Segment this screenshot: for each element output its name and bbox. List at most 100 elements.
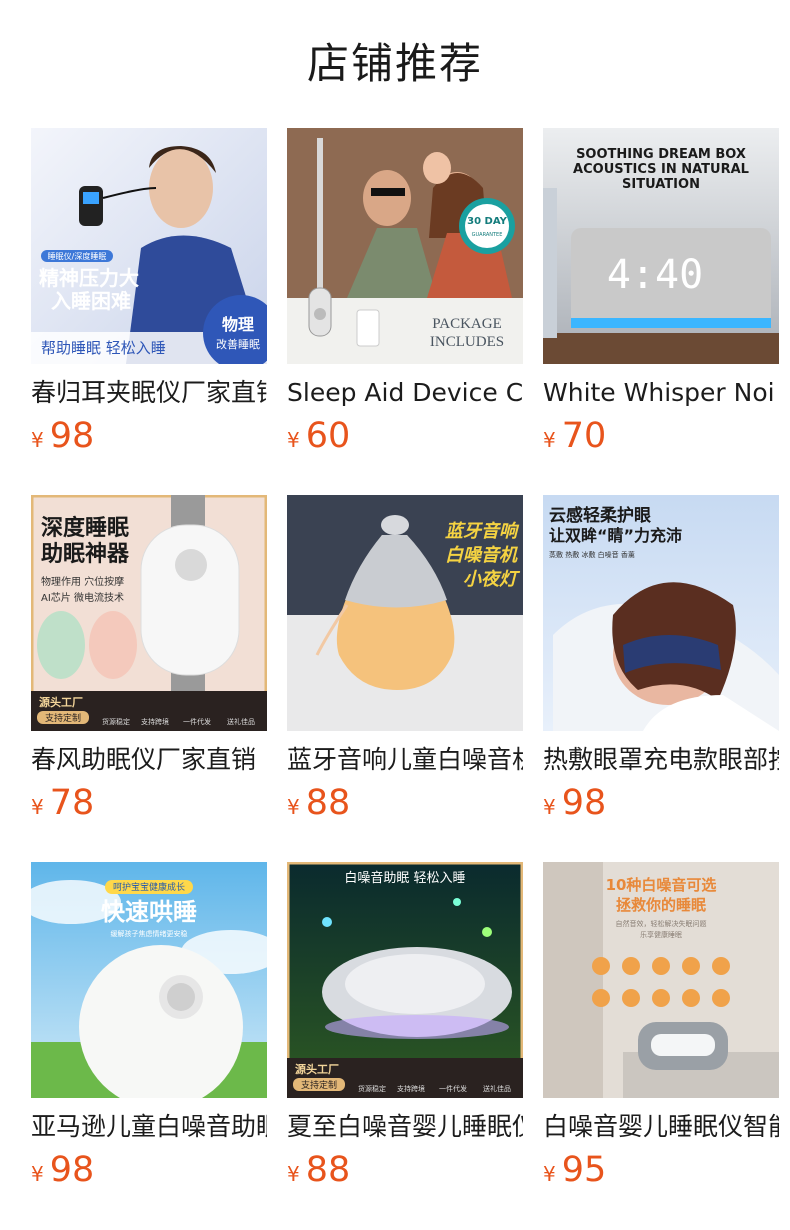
svg-text:白噪音助眠 轻松入睡: 白噪音助眠 轻松入睡 [344, 870, 465, 886]
svg-text:改善睡眠: 改善睡眠 [216, 337, 260, 351]
currency-symbol: ¥ [31, 1162, 44, 1186]
product-image[interactable]: 10种白噪音可选 拯救你的睡眠 自然音效，轻松解决失眠问题 乐享健康睡眠 [543, 862, 779, 1098]
product-name[interactable]: White Whisper Noi [543, 376, 779, 410]
product-image-night-light-speaker: 蓝牙音响 白噪音机 小夜灯 [287, 495, 523, 731]
svg-text:云感轻柔护眼: 云感轻柔护眼 [549, 505, 651, 526]
svg-text:4:40: 4:40 [607, 252, 703, 298]
currency-symbol: ¥ [543, 1162, 556, 1186]
product-image-ear-clip-sleep-device: 睡眠仪/深度睡眠 精神压力大 入睡困难 帮助睡眠 轻松入睡 物理 改善睡眠 [31, 128, 267, 364]
price-amount: 98 [49, 416, 95, 456]
product-image[interactable]: 蓝牙音响 白噪音机 小夜灯 [287, 495, 523, 731]
svg-text:货源稳定: 货源稳定 [102, 717, 130, 726]
svg-text:精神压力大: 精神压力大 [39, 266, 139, 290]
svg-text:缓解孩子焦虑情绪更安稳: 缓解孩子焦虑情绪更安稳 [111, 929, 188, 938]
svg-text:AI芯片 微电流技术: AI芯片 微电流技术 [41, 591, 124, 604]
currency-symbol: ¥ [543, 428, 556, 452]
svg-text:白噪音机: 白噪音机 [445, 545, 518, 566]
product-card[interactable]: 云感轻柔护眼 让双眸“睛”力充沛 蒸敷 热敷 冰敷 白噪音 香薰 热敷眼罩充电款… [543, 495, 779, 825]
price-amount: 98 [561, 783, 607, 823]
svg-text:PACKAGE: PACKAGE [432, 316, 501, 332]
svg-text:深度睡眠: 深度睡眠 [41, 515, 129, 541]
price-amount: 98 [49, 1150, 95, 1190]
product-price: ¥98 [31, 416, 94, 456]
svg-text:30 DAY: 30 DAY [467, 216, 507, 227]
svg-text:小夜灯: 小夜灯 [463, 569, 521, 590]
product-image-kids-white-noise: 呵护宝宝健康成长 快速哄睡 缓解孩子焦虑情绪更安稳 [31, 862, 267, 1098]
product-image-white-noise-clock: 4:40 SOOTHING DREAM BOX ACOUSTICS IN NAT… [543, 128, 779, 364]
product-image-family-sleep-aid: 30 DAY GUARANTEE PACKAGE INCLUDES [287, 128, 523, 364]
price-amount: 60 [305, 416, 351, 456]
product-image-sleep-aid-wristband: 深度睡眠 助眠神器 物理作用 穴位按摩 AI芯片 微电流技术 源头工厂 支持定制… [31, 495, 267, 731]
product-image[interactable]: 深度睡眠 助眠神器 物理作用 穴位按摩 AI芯片 微电流技术 源头工厂 支持定制… [31, 495, 267, 731]
product-price: ¥78 [31, 783, 94, 823]
svg-text:SOOTHING DREAM BOX: SOOTHING DREAM BOX [576, 147, 746, 162]
svg-text:源头工厂: 源头工厂 [295, 1062, 339, 1076]
currency-symbol: ¥ [287, 795, 300, 819]
product-name[interactable]: 春归耳夹眠仪厂家直销 [31, 376, 267, 410]
price-amount: 78 [49, 783, 95, 823]
currency-symbol: ¥ [287, 428, 300, 452]
product-image-smart-sleep-device: 10种白噪音可选 拯救你的睡眠 自然音效，轻松解决失眠问题 乐享健康睡眠 [543, 862, 779, 1098]
currency-symbol: ¥ [31, 795, 44, 819]
svg-text:蒸敷 热敷 冰敷 白噪音 香薰: 蒸敷 热敷 冰敷 白噪音 香薰 [549, 550, 635, 559]
product-image-baby-sleep-device: 白噪音助眠 轻松入睡 源头工厂 支持定制 货源稳定 支持跨境 一件代发 送礼佳品 [287, 862, 523, 1098]
product-image[interactable]: 白噪音助眠 轻松入睡 源头工厂 支持定制 货源稳定 支持跨境 一件代发 送礼佳品 [287, 862, 523, 1098]
product-name[interactable]: 亚马逊儿童白噪音助眠 [31, 1110, 267, 1144]
svg-text:拯救你的睡眠: 拯救你的睡眠 [616, 896, 706, 914]
product-card[interactable]: 呵护宝宝健康成长 快速哄睡 缓解孩子焦虑情绪更安稳 亚马逊儿童白噪音助眠 ¥98 [31, 862, 267, 1192]
svg-text:让双眸“睛”力充沛: 让双眸“睛”力充沛 [549, 526, 682, 545]
currency-symbol: ¥ [287, 1162, 300, 1186]
price-amount: 88 [305, 1150, 351, 1190]
svg-text:一件代发: 一件代发 [183, 717, 211, 726]
svg-text:源头工厂: 源头工厂 [39, 695, 83, 709]
product-card[interactable]: 白噪音助眠 轻松入睡 源头工厂 支持定制 货源稳定 支持跨境 一件代发 送礼佳品… [287, 862, 523, 1192]
svg-text:快速哄睡: 快速哄睡 [101, 898, 197, 926]
product-name[interactable]: 蓝牙音响儿童白噪音机 [287, 743, 523, 777]
product-image[interactable]: 呵护宝宝健康成长 快速哄睡 缓解孩子焦虑情绪更安稳 [31, 862, 267, 1098]
currency-symbol: ¥ [31, 428, 44, 452]
product-image[interactable]: 4:40 SOOTHING DREAM BOX ACOUSTICS IN NAT… [543, 128, 779, 364]
product-card[interactable]: 睡眠仪/深度睡眠 精神压力大 入睡困难 帮助睡眠 轻松入睡 物理 改善睡眠 春归… [31, 128, 267, 458]
svg-text:10种白噪音可选: 10种白噪音可选 [606, 876, 717, 894]
product-price: ¥88 [287, 1150, 350, 1190]
svg-text:SITUATION: SITUATION [622, 177, 700, 192]
svg-text:支持定制: 支持定制 [45, 712, 81, 724]
svg-text:睡眠仪/深度睡眠: 睡眠仪/深度睡眠 [48, 251, 107, 261]
product-image-heated-eye-mask: 云感轻柔护眼 让双眸“睛”力充沛 蒸敷 热敷 冰敷 白噪音 香薰 [543, 495, 779, 731]
svg-text:自然音效，轻松解决失眠问题: 自然音效，轻松解决失眠问题 [616, 919, 707, 928]
product-image[interactable]: 云感轻柔护眼 让双眸“睛”力充沛 蒸敷 热敷 冰敷 白噪音 香薰 [543, 495, 779, 731]
svg-text:GUARANTEE: GUARANTEE [472, 232, 503, 238]
product-card[interactable]: 蓝牙音响 白噪音机 小夜灯 蓝牙音响儿童白噪音机 ¥88 [287, 495, 523, 825]
product-card[interactable]: 10种白噪音可选 拯救你的睡眠 自然音效，轻松解决失眠问题 乐享健康睡眠 白噪音… [543, 862, 779, 1192]
svg-text:助眠神器: 助眠神器 [41, 541, 130, 567]
product-name[interactable]: 白噪音婴儿睡眠仪智能 [543, 1110, 779, 1144]
svg-text:支持跨境: 支持跨境 [397, 1084, 425, 1093]
svg-text:蓝牙音响: 蓝牙音响 [445, 521, 520, 542]
svg-text:帮助睡眠 轻松入睡: 帮助睡眠 轻松入睡 [41, 339, 166, 357]
product-name[interactable]: 热敷眼罩充电款眼部按摩 [543, 743, 779, 777]
product-price: ¥70 [543, 416, 606, 456]
product-card[interactable]: 4:40 SOOTHING DREAM BOX ACOUSTICS IN NAT… [543, 128, 779, 458]
svg-text:ACOUSTICS IN NATURAL: ACOUSTICS IN NATURAL [573, 162, 749, 177]
product-card[interactable]: 深度睡眠 助眠神器 物理作用 穴位按摩 AI芯片 微电流技术 源头工厂 支持定制… [31, 495, 267, 825]
product-card[interactable]: 30 DAY GUARANTEE PACKAGE INCLUDES Sleep … [287, 128, 523, 458]
svg-text:货源稳定: 货源稳定 [358, 1084, 386, 1093]
price-amount: 88 [305, 783, 351, 823]
svg-text:支持定制: 支持定制 [301, 1079, 337, 1091]
svg-text:乐享健康睡眠: 乐享健康睡眠 [640, 930, 682, 939]
svg-text:支持跨境: 支持跨境 [141, 717, 169, 726]
product-image[interactable]: 睡眠仪/深度睡眠 精神压力大 入睡困难 帮助睡眠 轻松入睡 物理 改善睡眠 [31, 128, 267, 364]
svg-text:INCLUDES: INCLUDES [430, 334, 504, 350]
svg-text:物理: 物理 [222, 315, 254, 334]
svg-text:送礼佳品: 送礼佳品 [483, 1084, 511, 1093]
price-amount: 95 [561, 1150, 607, 1190]
product-image[interactable]: 30 DAY GUARANTEE PACKAGE INCLUDES [287, 128, 523, 364]
product-price: ¥95 [543, 1150, 606, 1190]
product-name[interactable]: 夏至白噪音婴儿睡眠仪 [287, 1110, 523, 1144]
svg-text:一件代发: 一件代发 [439, 1084, 467, 1093]
store-recommendations-page: 店铺推荐 睡眠仪/深度睡眠 精神压力大 入睡困难 帮助睡眠 轻松入睡 物理 改善… [0, 0, 790, 1230]
svg-text:送礼佳品: 送礼佳品 [227, 717, 255, 726]
svg-text:呵护宝宝健康成长: 呵护宝宝健康成长 [113, 881, 185, 893]
product-name[interactable]: Sleep Aid Device Ca [287, 376, 523, 410]
product-name[interactable]: 春风助眠仪厂家直销 [31, 743, 267, 777]
